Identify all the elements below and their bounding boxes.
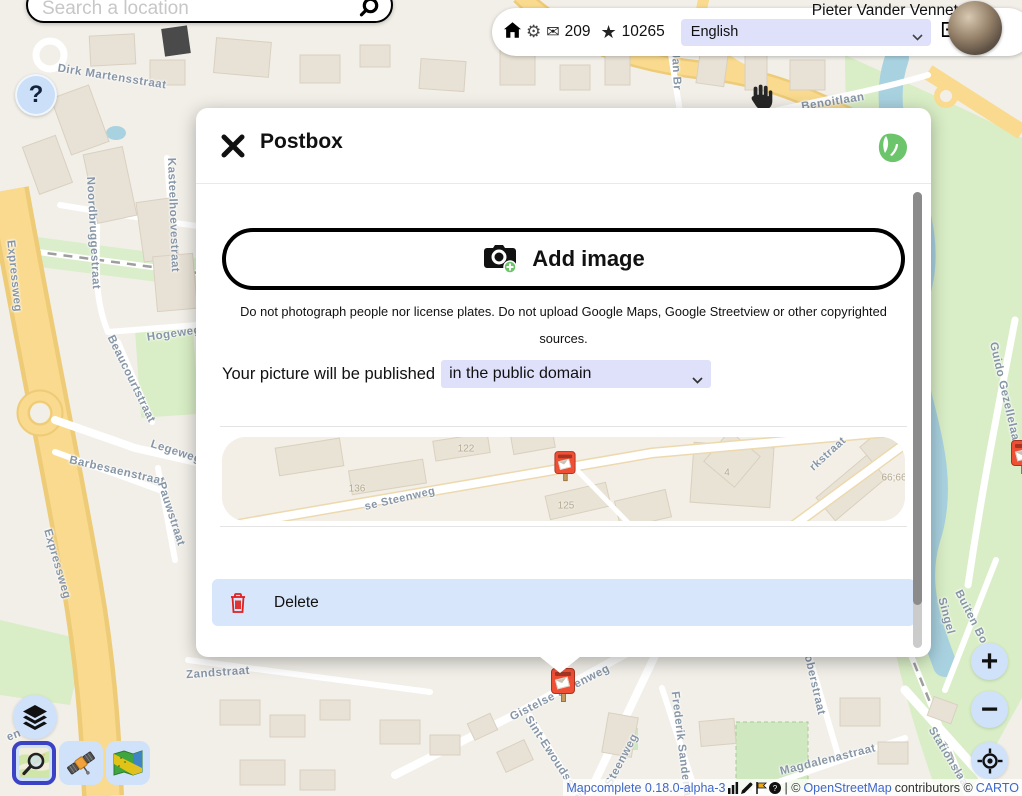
mapcomplete-app: Dirk MartensstraatExpresswegNoordbrugges… [0,0,1022,796]
search-bar [26,0,393,23]
flag-icon [755,782,767,794]
style-satellite-button[interactable] [59,741,103,785]
attribution-separator: | © [785,781,801,795]
add-image-label: Add image [532,246,644,272]
close-icon[interactable] [220,133,246,159]
add-image-button[interactable]: Add image [222,228,905,290]
geolocate-icon [977,748,1003,774]
pencil-icon [741,782,753,794]
attribution-bar: Mapcomplete 0.18.0-alpha-3 ? | © OpenStr… [563,779,1022,796]
username-label[interactable]: Pieter Vander Vennet [812,2,958,20]
postbox-leg [561,693,566,702]
carto-link[interactable]: CARTO [976,781,1019,795]
popup-content: Add image Do not photograph people nor l… [196,183,931,649]
popup-header: Postbox [196,108,931,183]
delete-label: Delete [274,594,319,612]
chevron-down-icon [692,371,703,389]
style-osm-button[interactable] [12,741,56,785]
license-value: in the public domain [449,365,591,383]
license-prefix-label: Your picture will be published [222,365,435,384]
help-button[interactable]: ? [15,74,57,116]
popup-tail [539,656,581,673]
changesets-count: 10265 [622,23,665,41]
osm-map-icon [19,748,49,778]
chevron-down-icon [912,29,923,45]
question-icon: ? [769,782,781,794]
satellite-icon [66,748,96,778]
layers-button[interactable] [13,695,57,739]
divider [220,526,907,527]
user-panel: ⚙ ✉ 209 ★ 10265 English Pieter Vander Ve… [492,8,1022,56]
postbox-marker[interactable] [551,668,575,704]
stats-icon [727,782,739,794]
attribution-contributors: contributors © [895,781,973,795]
license-select[interactable]: in the public domain [441,360,711,388]
popup-scrollbar-thumb[interactable] [913,192,922,605]
minimap[interactable]: se Steenwegrkstraat122136125466;66 [222,437,905,521]
trash-icon [228,592,248,614]
mapcomplete-logo-icon [877,132,909,164]
zoom-in-button[interactable]: + [971,643,1008,680]
osm-link[interactable]: OpenStreetMap [803,781,891,795]
minimap-postbox-marker[interactable] [554,451,575,483]
search-input[interactable] [28,0,357,20]
delete-button[interactable]: Delete [212,579,915,626]
star-icon: ★ [601,22,617,43]
image-license-notice: Do not photograph people nor license pla… [224,298,904,352]
home-icon[interactable] [504,22,521,43]
camera-plus-icon [482,244,518,274]
zoom-out-button[interactable]: − [971,691,1008,728]
messages-count: 209 [565,23,591,41]
geolocate-button[interactable] [971,742,1008,779]
user-avatar[interactable] [948,1,1002,55]
feature-popup: Postbox [196,108,931,657]
popup-title: Postbox [260,130,343,154]
divider [220,426,907,427]
license-row: Your picture will be published in the pu… [222,360,905,388]
folded-map-icon [113,748,143,778]
postbox-body [1011,440,1022,466]
language-value: English [691,24,739,40]
postbox-marker-edge[interactable] [1011,440,1022,476]
style-map-button[interactable] [106,741,150,785]
layers-icon [22,704,48,730]
app-version-link[interactable]: Mapcomplete 0.18.0-alpha-3 [566,781,725,795]
gear-icon[interactable]: ⚙ [526,22,541,42]
messages-icon[interactable]: ✉ [546,22,559,42]
help-label: ? [29,81,44,109]
search-icon[interactable] [357,0,381,24]
background-style-row [12,741,150,785]
svg-text:?: ? [772,784,777,793]
language-select[interactable]: English [681,19,931,46]
